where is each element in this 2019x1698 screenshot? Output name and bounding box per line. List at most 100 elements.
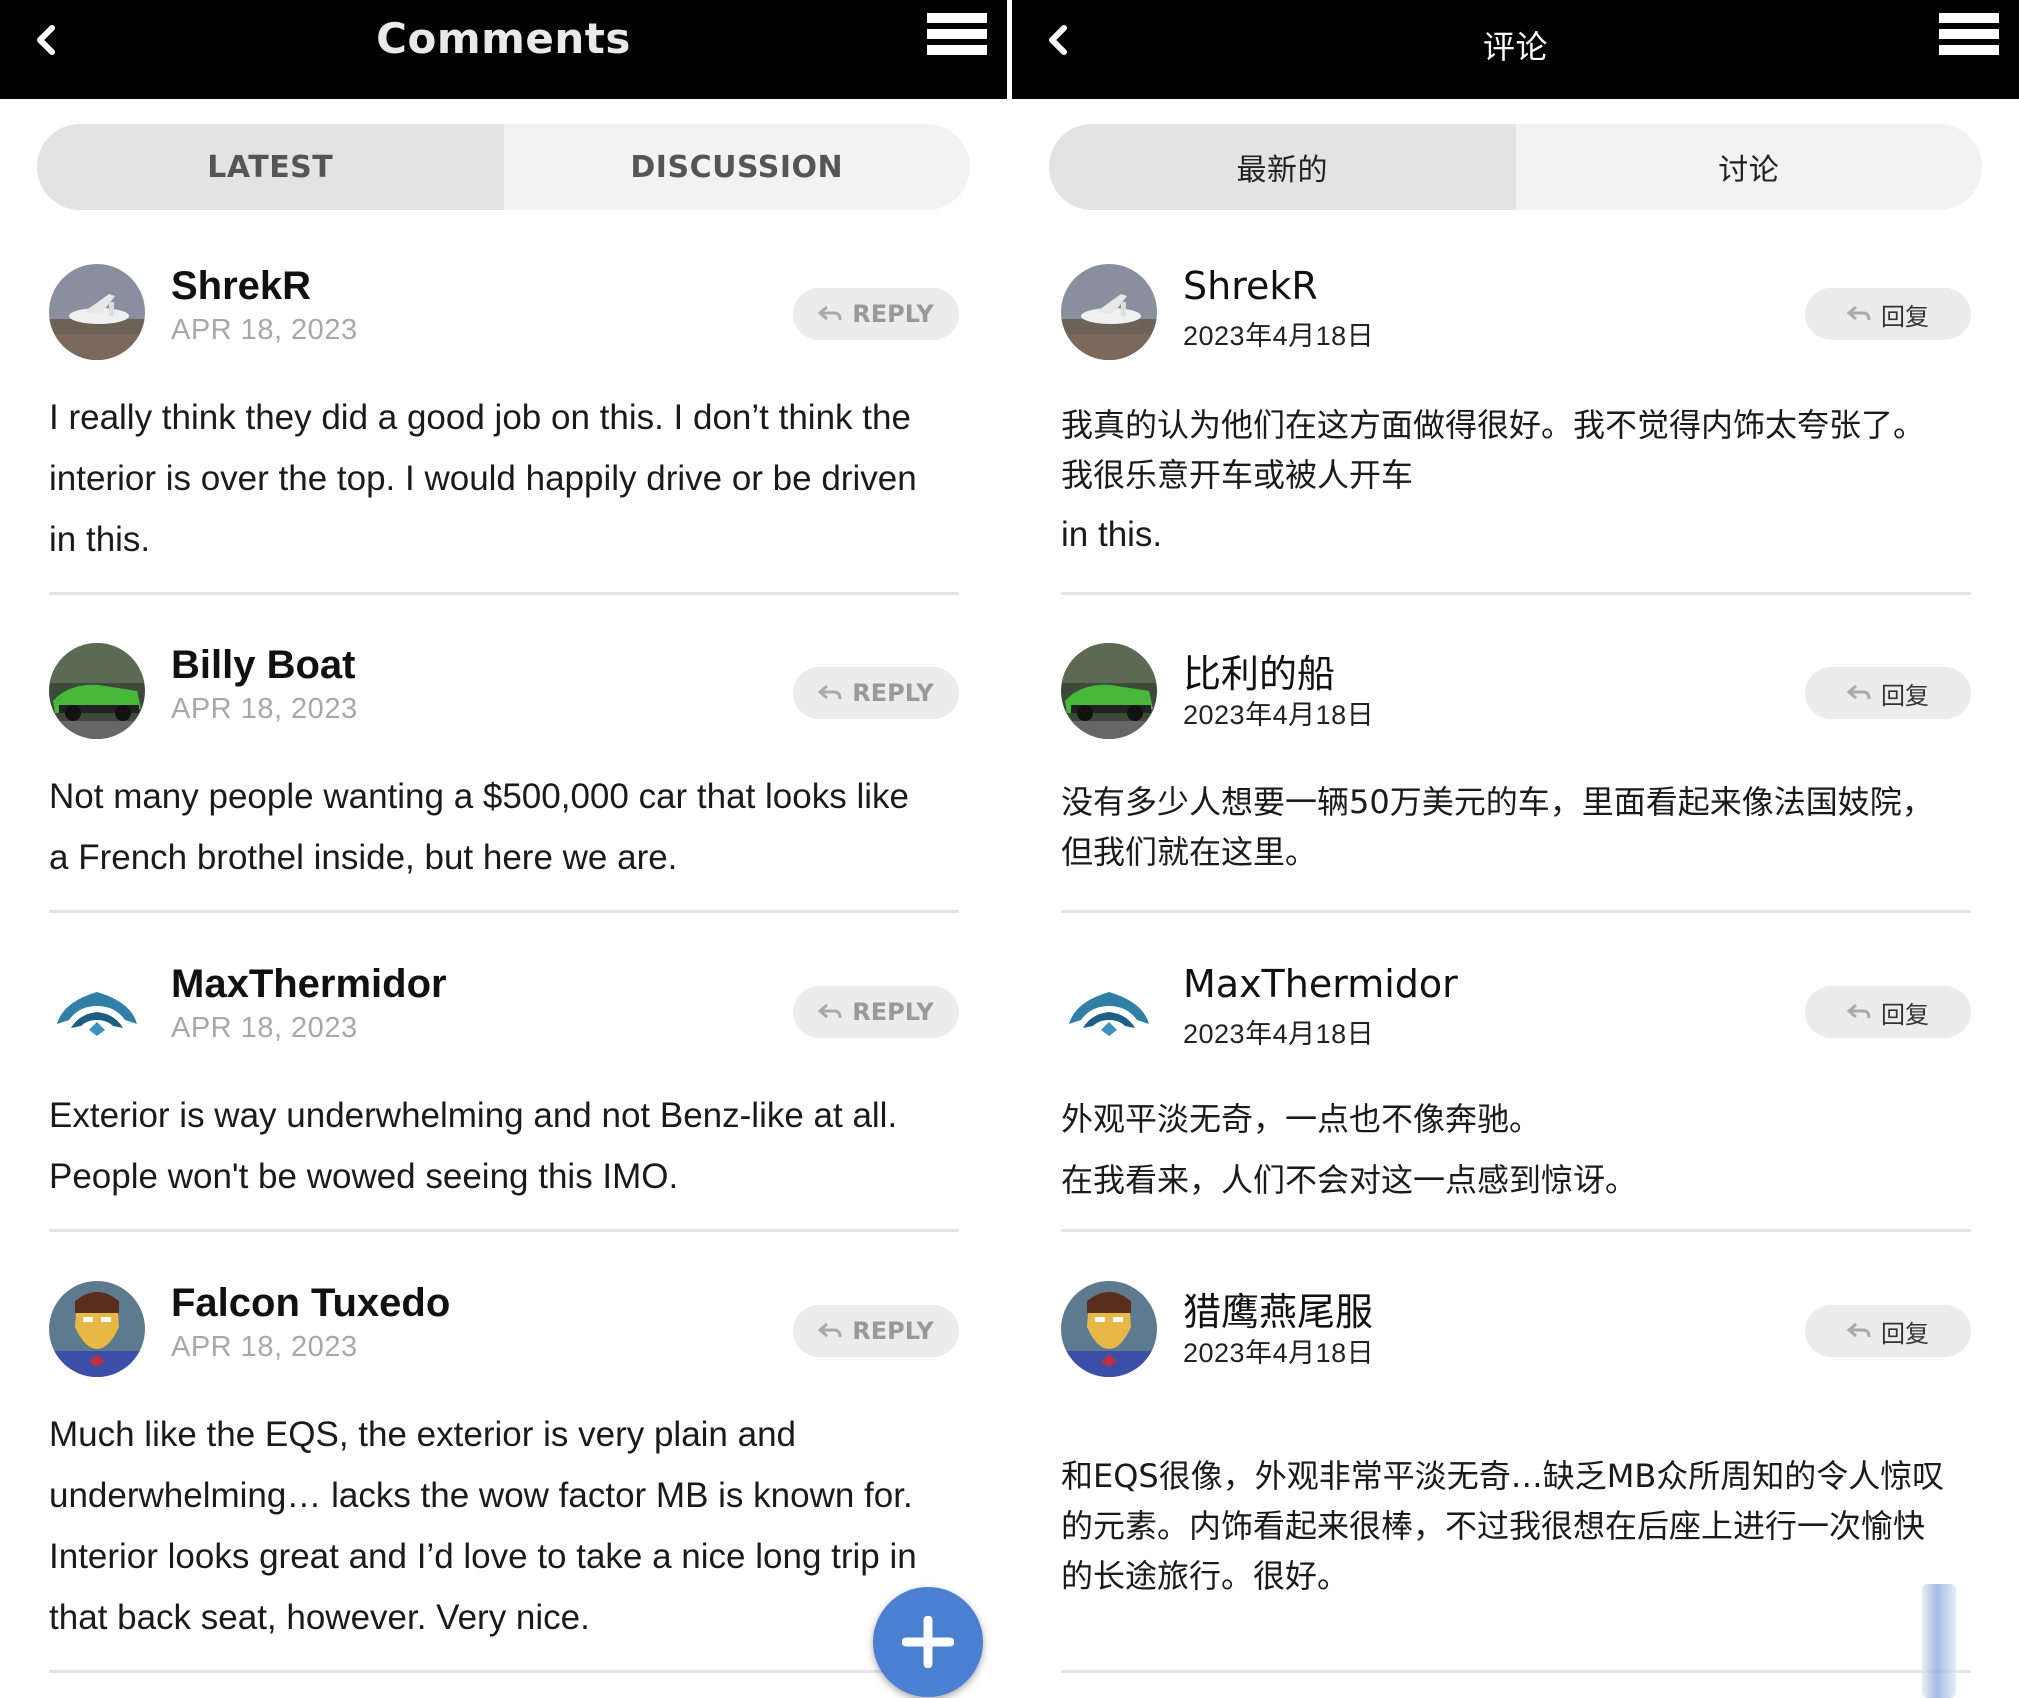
reply-arrow-icon: [818, 1003, 842, 1019]
comment-text: 和EQS很像，外观非常平淡无奇…缺乏MB众所周知的令人惊叹 的元素。内饰看起来很…: [1061, 1451, 1973, 1601]
comment-line: that back seat, however. Very nice.: [49, 1598, 590, 1637]
comment-date: 2023年4月18日: [1183, 1338, 1375, 1368]
comment-username[interactable]: Falcon Tuxedo: [171, 1281, 450, 1326]
divider: [1061, 592, 1971, 595]
page-title: Comments: [376, 14, 631, 63]
comment-date: APR 18, 2023: [171, 693, 358, 725]
comment-username[interactable]: MaxThermidor: [171, 962, 447, 1007]
tab-latest[interactable]: LATEST: [37, 124, 504, 210]
reply-label: REPLY: [852, 679, 934, 707]
tab-bar: 最新的 讨论: [1049, 124, 1982, 210]
comments-panel-chinese: 评论 最新的 讨论 ShrekR 2023年4月18日 回复 我真的认为他们在这…: [1012, 0, 2019, 1698]
comment-line: 没有多少人想要一辆50万美元的车，里面看起来像法国妓院，: [1061, 783, 1934, 821]
comment-line: I really think they did a good job on th…: [49, 398, 911, 437]
top-bar: 评论: [1012, 0, 2019, 99]
plus-icon: [902, 1616, 954, 1668]
comment-line: 我真的认为他们在这方面做得很好。我不觉得内饰太夸张了。: [1061, 406, 1926, 444]
avatar[interactable]: [49, 962, 145, 1058]
reply-label: 回复: [1881, 1319, 1929, 1348]
comment-username[interactable]: Billy Boat: [171, 643, 355, 688]
comment-line: 在我看来，人们不会对这一点感到惊讶。: [1061, 1161, 1638, 1199]
reply-button[interactable]: REPLY: [793, 1305, 959, 1357]
avatar[interactable]: [1061, 643, 1157, 739]
avatar[interactable]: [49, 264, 145, 360]
comment-line: 的元素。内饰看起来很棒，不过我很想在后座上进行一次愉快: [1061, 1507, 1926, 1545]
reply-arrow-icon: [1847, 1003, 1871, 1019]
comment-date: APR 18, 2023: [171, 1012, 358, 1044]
comment-date: APR 18, 2023: [171, 1331, 358, 1363]
comment-line: in this.: [49, 520, 151, 559]
comment-text: Exterior is way underwhelming and not Be…: [49, 1085, 961, 1207]
reply-button[interactable]: REPLY: [793, 288, 959, 340]
divider: [49, 1670, 959, 1673]
comment-username[interactable]: ShrekR: [1183, 264, 1318, 308]
comment-line: 的长途旅行。很好。: [1061, 1557, 1350, 1595]
comment-line: People won't be wowed seeing this IMO.: [49, 1157, 679, 1196]
comment-text: 没有多少人想要一辆50万美元的车，里面看起来像法国妓院， 但我们就在这里。: [1061, 777, 1973, 877]
avatar[interactable]: [49, 1281, 145, 1377]
reply-label: REPLY: [852, 998, 934, 1026]
comment-line: Interior looks great and I’d love to tak…: [49, 1537, 917, 1576]
comment-username[interactable]: MaxThermidor: [1183, 962, 1458, 1006]
top-bar: Comments: [0, 0, 1007, 99]
comment-date: APR 18, 2023: [171, 314, 358, 346]
comment-line: Not many people wanting a $500,000 car t…: [49, 777, 909, 816]
reply-arrow-icon: [1847, 684, 1871, 700]
comment-line: in this.: [1061, 515, 1163, 554]
tab-discussion[interactable]: 讨论: [1516, 124, 1983, 210]
comment-date: 2023年4月18日: [1183, 1019, 1375, 1049]
avatar[interactable]: [49, 643, 145, 739]
hamburger-menu-icon[interactable]: [927, 13, 987, 65]
reply-button[interactable]: 回复: [1805, 667, 1971, 719]
comment-line: 但我们就在这里。: [1061, 833, 1318, 871]
hamburger-menu-icon[interactable]: [1939, 13, 1999, 65]
comment-username[interactable]: 猎鹰燕尾服: [1183, 1281, 1373, 1336]
reply-button[interactable]: 回复: [1805, 986, 1971, 1038]
avatar[interactable]: [1061, 962, 1157, 1058]
comment-text: 外观平淡无奇，一点也不像奔驰。 在我看来，人们不会对这一点感到惊讶。: [1061, 1089, 1973, 1211]
comment-text: Much like the EQS, the exterior is very …: [49, 1404, 961, 1648]
comment-date: 2023年4月18日: [1183, 700, 1375, 730]
comment-username[interactable]: 比利的船: [1183, 643, 1335, 698]
comments-panel-english: Comments LATEST DISCUSSION ShrekR APR 18…: [0, 0, 1007, 1698]
reply-label: 回复: [1881, 1000, 1929, 1029]
divider: [1061, 910, 1971, 913]
reply-label: 回复: [1881, 681, 1929, 710]
comment-line: Much like the EQS, the exterior is very …: [49, 1415, 797, 1454]
reply-label: 回复: [1881, 302, 1929, 331]
comment-line: 我很乐意开车或被人开车: [1061, 456, 1414, 494]
page-title: 评论: [1482, 28, 1548, 66]
reply-label: REPLY: [852, 300, 934, 328]
avatar[interactable]: [1061, 1281, 1157, 1377]
reply-label: REPLY: [852, 1317, 934, 1345]
reply-arrow-icon: [818, 684, 842, 700]
divider: [49, 1229, 959, 1232]
comment-line: interior is over the top. I would happil…: [49, 459, 917, 498]
comment-line: a French brothel inside, but here we are…: [49, 838, 678, 877]
reply-arrow-icon: [818, 1322, 842, 1338]
divider: [1061, 1670, 1971, 1673]
divider: [49, 592, 959, 595]
add-comment-button[interactable]: [873, 1587, 983, 1697]
tab-discussion[interactable]: DISCUSSION: [504, 124, 971, 210]
reply-arrow-icon: [1847, 1322, 1871, 1338]
comment-line: 外观平淡无奇，一点也不像奔驰。: [1061, 1100, 1542, 1138]
comment-date: 2023年4月18日: [1183, 321, 1375, 351]
reply-arrow-icon: [1847, 305, 1871, 321]
tab-latest[interactable]: 最新的: [1049, 124, 1516, 210]
comment-text: 我真的认为他们在这方面做得很好。我不觉得内饰太夸张了。 我很乐意开车或被人开车 …: [1061, 400, 1973, 570]
reply-button[interactable]: 回复: [1805, 288, 1971, 340]
comment-line: Exterior is way underwhelming and not Be…: [49, 1096, 898, 1135]
reply-button[interactable]: REPLY: [793, 986, 959, 1038]
comment-text: I really think they did a good job on th…: [49, 387, 961, 570]
comment-line: 和EQS很像，外观非常平淡无奇…缺乏MB众所周知的令人惊叹: [1061, 1457, 1945, 1495]
reply-button[interactable]: REPLY: [793, 667, 959, 719]
avatar[interactable]: [1061, 264, 1157, 360]
scrollbar[interactable]: [1922, 1584, 1956, 1698]
comment-line: underwhelming… lacks the wow factor MB i…: [49, 1476, 913, 1515]
divider: [1061, 1229, 1971, 1232]
tab-bar: LATEST DISCUSSION: [37, 124, 970, 210]
reply-button[interactable]: 回复: [1805, 1305, 1971, 1357]
comment-text: Not many people wanting a $500,000 car t…: [49, 766, 961, 888]
comment-username[interactable]: ShrekR: [171, 264, 311, 309]
